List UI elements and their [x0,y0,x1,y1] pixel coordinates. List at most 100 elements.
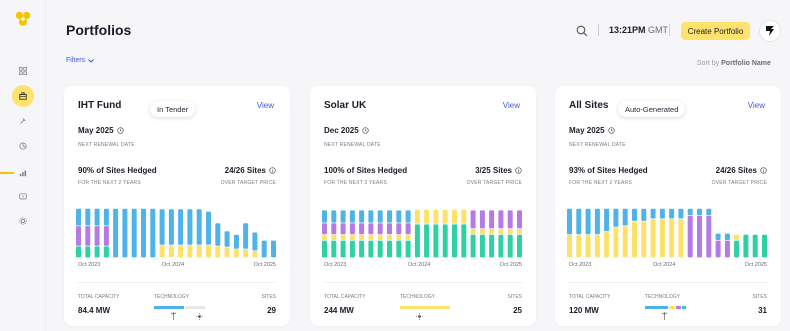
bar-segment-green [331,240,337,258]
info-icon[interactable] [760,167,767,174]
renewal-date-value: May 2025 [569,126,605,135]
view-link[interactable]: View [503,101,520,110]
bar-segment-yellow [215,246,221,258]
bar-segment-yellow [678,219,684,258]
bar-segment-purple [697,215,702,258]
bar-segment-yellow [252,251,258,258]
bar-segment-green [433,224,439,258]
x-axis-label: Oct 2025 [499,262,522,268]
clock-icon [116,127,124,134]
clock: 13:21PM GMT [609,25,668,35]
status-badge: Auto-Generated [618,101,686,117]
technology-segment [675,306,681,309]
hedged-sub: FOR THE NEXT 2 YEARS [324,180,387,186]
bar-segment-green [76,246,81,258]
bar-segment-yellow [622,226,628,258]
bar-segment-yellow [507,229,513,235]
x-axis-label: Oct 2023 [324,262,347,268]
bar-segment-yellow [498,229,504,235]
view-link[interactable]: View [257,101,274,110]
bar-segment-yellow [224,247,230,258]
bar-segment-blue [567,208,572,235]
bar-segment-purple [396,223,402,235]
bar-segment-yellow [424,209,430,224]
sites-sub: OVER TARGET PRICE [466,180,522,186]
bar-segment-yellow [604,231,610,258]
wind-icon [169,312,177,320]
bar-segment-yellow [414,209,420,224]
bar-segment-yellow [368,234,374,240]
technology-segment [668,306,675,309]
portfolio-card[interactable]: Solar UK View Dec 2025 NEXT RENEWAL DATE… [310,86,536,326]
sort-control[interactable]: Sort by Portfolio Name [697,60,771,67]
feedback-icon[interactable] [14,188,32,206]
info-icon[interactable] [269,167,276,174]
bar-segment-green [424,224,430,258]
hedged-percent: 100% of Sites Hedged [324,166,408,175]
technology-label: TECHNOLOGY [400,294,436,300]
create-portfolio-button[interactable]: Create Portfolio [681,22,750,40]
portfolio-card[interactable]: All Sites Auto-Generated View May 2025 N… [555,86,781,326]
bar-segment-blue [650,208,656,219]
renewal-date: Dec 2025 [324,126,369,135]
info-icon[interactable] [515,167,522,174]
x-axis-label: Oct 2024 [162,262,185,268]
renewal-label: NEXT RENEWAL DATE [569,142,626,148]
portfolio-card[interactable]: IHT Fund In Tender View May 2025 NEXT RE… [64,86,290,326]
bar-segment-blue [215,223,221,246]
bar-segment-yellow [340,234,346,240]
dashboard-icon[interactable] [14,62,32,80]
bar-segment-blue [322,210,327,223]
bar-segment-green [517,234,522,258]
bar-segment-blue [697,208,702,216]
bar-segment-blue [141,208,146,258]
technology-segment [645,306,668,309]
technology-segment [154,306,184,309]
bar-segment-yellow [349,234,355,240]
bar-segment-blue [187,209,193,245]
hedging-bar-chart [76,208,276,258]
bar-segment-purple [507,210,513,229]
bar-segment-green [359,240,365,258]
sites-sub: OVER TARGET PRICE [711,180,767,186]
bar-segment-blue [206,211,211,245]
chart-icon[interactable] [14,164,32,182]
header: Portfolios 13:21PM GMT Create Portfolio [46,0,790,60]
bar-segment-purple [479,210,485,229]
clock-timezone: GMT [648,25,669,35]
bar-segment-blue [261,240,267,258]
bar-segment-purple [498,210,504,229]
bar-segment-yellow [594,234,600,258]
bar-segment-yellow [567,234,572,258]
bar-segment-purple [517,210,522,229]
wind-icon [660,312,668,320]
search-icon[interactable] [576,25,588,37]
bar-segment-blue [641,208,647,221]
sites-over-target: 3/25 Sites [475,166,522,175]
solar-icon [195,312,203,320]
x-axis-label: Oct 2023 [569,262,592,268]
settings-icon[interactable] [14,212,32,230]
analytics-icon[interactable] [14,137,32,155]
bar-segment-green [507,234,513,258]
bar-segment-yellow [331,234,337,240]
bar-segment-purple [76,226,81,246]
avatar[interactable] [759,20,781,42]
brand-logo-icon[interactable] [14,10,32,28]
active-indicator [0,172,14,174]
filters-label: Filters [66,57,86,64]
portfolio-name: All Sites [569,100,609,111]
bar-segment-purple [405,223,411,235]
clock-time: 13:21PM [609,25,646,35]
bar-segment-purple [359,223,365,235]
bar-segment-yellow [322,234,327,240]
divider [569,282,767,283]
renewal-label: NEXT RENEWAL DATE [324,142,381,148]
x-axis-label: Oct 2024 [408,262,431,268]
portfolio-icon[interactable] [12,85,34,107]
tools-icon[interactable] [14,112,32,130]
bar-segment-blue [150,208,156,258]
bar-segment-blue [706,208,712,216]
filters-dropdown[interactable]: Filters [66,57,94,64]
view-link[interactable]: View [748,101,765,110]
